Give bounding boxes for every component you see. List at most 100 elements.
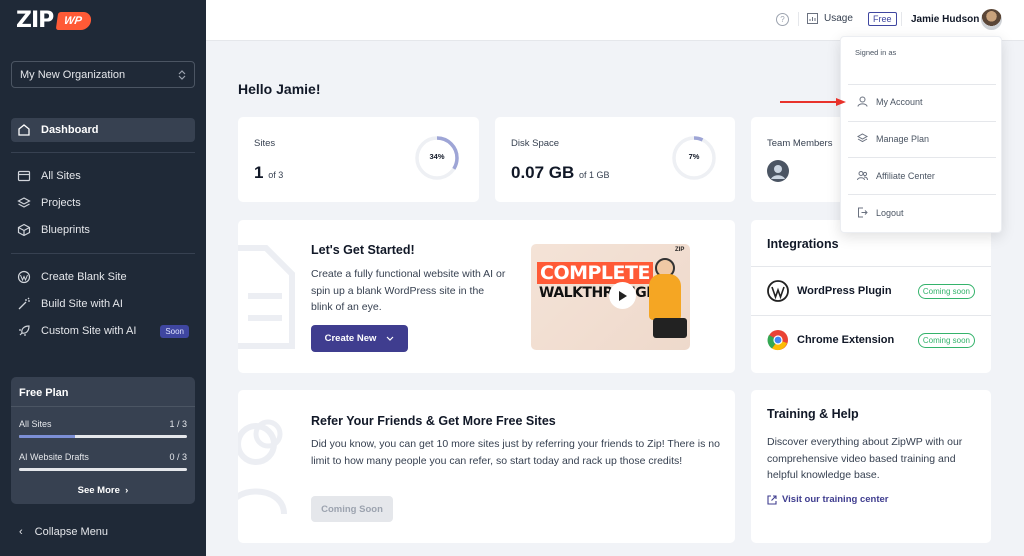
- usage-link[interactable]: Usage: [807, 13, 853, 24]
- video-title-line2: WALKTHROUGH: [539, 285, 658, 301]
- nav-projects[interactable]: Projects: [11, 191, 195, 215]
- menu-item-affiliate-center[interactable]: Affiliate Center: [857, 170, 935, 181]
- browser-icon: [17, 170, 31, 182]
- chart-icon: [807, 13, 818, 24]
- magic-wand-icon: [18, 297, 30, 310]
- layers-icon: [17, 197, 31, 208]
- sites-stat-label: Sites: [254, 138, 276, 149]
- play-icon[interactable]: [609, 282, 636, 309]
- get-started-card: Let's Get Started! Create a fully functi…: [238, 220, 735, 373]
- nav-dashboard[interactable]: Dashboard: [11, 118, 195, 142]
- sites-count: 1: [254, 163, 264, 182]
- dropdown-divider: [848, 84, 996, 85]
- dropdown-divider: [848, 194, 996, 195]
- video-zip-logo: ZIP: [675, 247, 685, 253]
- disk-progress-ring: 7%: [671, 135, 717, 181]
- chrome-icon: [767, 330, 788, 351]
- plan-sites-row: All Sites 1 / 3: [19, 419, 187, 429]
- document-illustration-icon: [238, 245, 295, 349]
- plan-sites-value: 1 / 3: [169, 419, 187, 429]
- select-arrows-icon: [178, 69, 186, 80]
- nav-projects-label: Projects: [41, 197, 81, 209]
- topbar: ? Usage Free Jamie Hudson: [206, 0, 1024, 41]
- integration-wordpress-plugin[interactable]: WordPress Plugin Coming soon: [751, 266, 991, 315]
- user-name[interactable]: Jamie Hudson: [911, 14, 979, 25]
- training-help-card: Training & Help Discover everything abou…: [751, 390, 991, 543]
- layers-icon: [857, 133, 868, 143]
- menu-item-manage-plan[interactable]: Manage Plan: [857, 133, 929, 144]
- organization-select[interactable]: My New Organization: [11, 61, 195, 88]
- free-plan-box: Free Plan All Sites 1 / 3 AI Website Dra…: [11, 377, 195, 504]
- logo-zip-text: ZIP: [16, 8, 54, 33]
- sites-progress-ring: 34%: [414, 135, 460, 181]
- plan-badge[interactable]: Free: [868, 12, 897, 26]
- refer-friends-card: Refer Your Friends & Get More Free Sites…: [238, 390, 735, 543]
- video-title-line1: COMPLETE: [537, 262, 653, 284]
- sites-limit: of 3: [268, 170, 284, 180]
- signed-in-as-label: Signed in as: [855, 48, 897, 57]
- integrations-card: Integrations WordPress Plugin Coming soo…: [751, 220, 991, 373]
- integrations-title: Integrations: [767, 237, 839, 251]
- nav-build-site-ai-label: Build Site with AI: [41, 298, 123, 310]
- cube-icon: [17, 223, 31, 237]
- create-new-button[interactable]: Create New: [311, 325, 408, 352]
- nav-build-site-ai[interactable]: Build Site with AI: [11, 292, 195, 316]
- chevron-left-icon: ‹: [19, 526, 23, 538]
- see-more-link[interactable]: See More ›: [11, 485, 195, 496]
- red-arrow-annotation-icon: [780, 98, 846, 106]
- nav-create-blank-site[interactable]: Create Blank Site: [11, 265, 195, 289]
- see-more-label: See More: [77, 485, 120, 496]
- team-member-avatar[interactable]: [767, 160, 789, 182]
- nav-dashboard-label: Dashboard: [41, 124, 99, 136]
- training-center-link[interactable]: Visit our training center: [767, 494, 888, 505]
- help-icon[interactable]: ?: [776, 13, 789, 26]
- disk-limit: of 1 GB: [579, 170, 610, 180]
- soon-badge: Soon: [160, 324, 189, 338]
- organization-name: My New Organization: [20, 68, 126, 81]
- walkthrough-video-thumbnail[interactable]: ZIP COMPLETE WALKTHROUGH: [531, 244, 690, 350]
- status-badge: Coming soon: [917, 332, 975, 348]
- nav-all-sites-label: All Sites: [41, 170, 81, 182]
- team-stat-label: Team Members: [767, 138, 833, 149]
- dropdown-divider: [848, 121, 996, 122]
- user-dropdown-menu: Signed in as My Account Manage Plan Affi…: [840, 36, 1002, 233]
- nav-custom-site-ai[interactable]: Custom Site with AI Soon: [11, 319, 195, 343]
- disk-percent: 7%: [688, 152, 700, 161]
- menu-item-logout[interactable]: Logout: [857, 207, 904, 218]
- topbar-divider: [798, 12, 799, 26]
- plan-sites-progress: [19, 435, 187, 438]
- plan-drafts-progress: [19, 468, 187, 471]
- page-title: Hello Jamie!: [238, 81, 321, 97]
- video-person-illustration: [649, 274, 681, 320]
- zipwp-logo[interactable]: ZIP WP: [16, 8, 93, 33]
- disk-used: 0.07 GB: [511, 163, 575, 182]
- status-badge: Coming soon: [917, 283, 975, 299]
- collapse-menu-label: Collapse Menu: [34, 526, 109, 538]
- rocket-icon: [19, 325, 30, 336]
- menu-item-my-account[interactable]: My Account: [857, 96, 923, 107]
- integration-name: Chrome Extension: [797, 334, 895, 346]
- wordpress-icon: [767, 280, 789, 302]
- training-link-label: Visit our training center: [782, 494, 889, 505]
- nav-blueprints[interactable]: Blueprints: [11, 218, 195, 242]
- get-started-title: Let's Get Started!: [311, 243, 415, 257]
- nav-blueprints-label: Blueprints: [41, 224, 90, 236]
- disk-stat-card: Disk Space 0.07 GB of 1 GB 7%: [495, 117, 735, 202]
- nav-custom-site-ai-label: Custom Site with AI: [41, 325, 137, 337]
- integration-chrome-extension[interactable]: Chrome Extension Coming soon: [751, 315, 991, 364]
- coming-soon-button[interactable]: Coming Soon: [311, 496, 393, 522]
- chevron-right-icon: ›: [122, 485, 129, 496]
- sites-stat-card: Sites 1 of 3 34%: [238, 117, 479, 202]
- plan-title: Free Plan: [19, 387, 69, 399]
- plan-drafts-label: AI Website Drafts: [19, 452, 89, 462]
- disk-stat-label: Disk Space: [511, 138, 560, 149]
- collapse-menu-button[interactable]: ‹ Collapse Menu: [19, 526, 108, 538]
- avatar[interactable]: [981, 9, 1002, 30]
- logout-icon: [858, 207, 868, 218]
- plan-sites-progress-fill: [19, 435, 75, 438]
- plan-divider: [11, 406, 195, 407]
- nav-all-sites[interactable]: All Sites: [11, 164, 195, 188]
- plan-drafts-row: AI Website Drafts 0 / 3: [19, 452, 187, 462]
- disk-stat-value: 0.07 GB of 1 GB: [511, 163, 610, 183]
- create-new-label: Create New: [324, 333, 377, 344]
